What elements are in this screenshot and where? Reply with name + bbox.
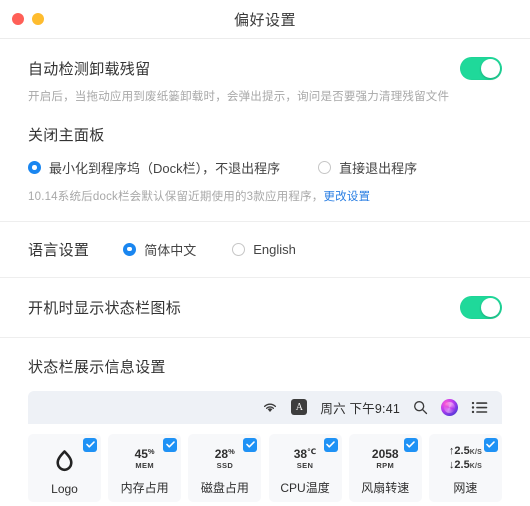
card-checkbox[interactable] xyxy=(163,437,178,452)
card-memory[interactable]: 45% MEM 内存占用 xyxy=(108,433,182,502)
auto-detect-description: 开启后，当拖动应用到废纸篓卸载时，会弹出提示，询问是否要强力清理残留文件 xyxy=(28,91,450,103)
language-row: 语言设置 简体中文 English xyxy=(28,239,502,260)
radio-label: English xyxy=(253,241,296,257)
statusbar-time: 周六 下午9:41 xyxy=(320,401,400,416)
card-label: 内存占用 xyxy=(120,480,169,495)
metric-unit: ℃ xyxy=(307,446,317,456)
card-checkbox[interactable] xyxy=(83,437,97,452)
section-auto-detect: 自动检测卸载残留 开启后，当拖动应用到废纸篓卸载时，会弹出提示，询问是否要强力清… xyxy=(0,39,530,106)
startup-icon-row: 开机时显示状态栏图标 xyxy=(28,295,502,319)
toggle-knob xyxy=(481,59,500,78)
card-label: CPU温度 xyxy=(280,480,330,495)
card-label: 风扇转速 xyxy=(361,480,410,495)
card-label: 磁盘占用 xyxy=(200,480,249,495)
change-settings-link[interactable]: 更改设置 xyxy=(323,191,370,203)
metric-download-unit: K/S xyxy=(469,463,482,470)
metric-unit: % xyxy=(147,446,155,456)
card-label: Logo xyxy=(51,481,78,496)
metric-sub-label: RPM xyxy=(376,460,395,470)
card-checkbox[interactable] xyxy=(483,437,498,452)
section-statusbar-info: 状态栏展示信息设置 xyxy=(0,338,530,377)
radio-label: 最小化到程序坞（Dock栏），不退出程序 xyxy=(49,161,281,177)
radio-english[interactable]: English xyxy=(232,242,296,257)
metric-upload-unit: K/S xyxy=(469,449,482,457)
statusbar-preview: A 周六 下午9:41 xyxy=(28,390,502,424)
metric-download-value: 2.5 xyxy=(454,459,470,471)
close-panel-heading: 关闭主面板 xyxy=(28,127,105,145)
card-fan-speed[interactable]: 2058 RPM 风扇转速 xyxy=(348,433,422,502)
metric-value: 38 xyxy=(293,446,308,461)
window-title: 偏好设置 xyxy=(233,11,296,29)
window-controls xyxy=(12,13,44,25)
radio-label: 简体中文 xyxy=(144,242,197,258)
radio-label: 直接退出程序 xyxy=(339,161,418,177)
card-cpu-temp[interactable]: 38℃ SEN CPU温度 xyxy=(268,433,342,502)
section-language: 语言设置 简体中文 English xyxy=(0,222,530,277)
language-heading: 语言设置 xyxy=(28,241,90,259)
section-startup-icon: 开机时显示状态栏图标 xyxy=(0,278,530,337)
startup-icon-heading: 开机时显示状态栏图标 xyxy=(28,299,182,317)
metric-download-row: ↓2.5K/S xyxy=(449,459,482,473)
radio-indicator xyxy=(28,161,41,175)
close-panel-note-text: 10.14系统后dock栏会默认保留近期使用的3款应用程序， xyxy=(28,191,324,204)
statusbar-info-heading: 状态栏展示信息设置 xyxy=(28,358,166,376)
siri-icon[interactable] xyxy=(441,398,458,416)
input-method-icon[interactable]: A xyxy=(291,399,308,415)
section-close-panel: 关闭主面板 最小化到程序坞（Dock栏），不退出程序 直接退出程序 10.14系… xyxy=(0,106,530,220)
metric-upload-value: 2.5 xyxy=(454,445,470,458)
close-panel-radio-group: 最小化到程序坞（Dock栏），不退出程序 直接退出程序 xyxy=(28,158,502,177)
radio-simplified-chinese[interactable]: 简体中文 xyxy=(123,240,196,259)
control-center-icon[interactable] xyxy=(471,401,488,414)
card-checkbox[interactable] xyxy=(323,437,338,452)
title-bar: 偏好设置 xyxy=(0,0,530,39)
metric-sub-label: MEM xyxy=(135,460,155,470)
search-icon[interactable] xyxy=(413,400,428,415)
radio-indicator xyxy=(123,242,137,256)
metric-value: 2058 xyxy=(371,446,399,461)
card-label: 网速 xyxy=(453,480,478,495)
card-disk[interactable]: 28% SSD 磁盘占用 xyxy=(188,433,262,502)
metric-sub-label: SEN xyxy=(296,460,314,470)
auto-detect-row: 自动检测卸载残留 xyxy=(28,57,502,80)
close-panel-note: 10.14系统后dock栏会默认保留近期使用的3款应用程序，更改设置 xyxy=(28,189,502,220)
metric-value-row: 2058 xyxy=(371,446,399,461)
card-network[interactable]: ↑2.5K/S ↓2.5K/S 网速 xyxy=(428,433,502,502)
minimize-button[interactable] xyxy=(32,13,44,25)
card-logo[interactable]: Logo xyxy=(28,433,101,502)
auto-detect-heading: 自动检测卸载残留 xyxy=(28,61,151,78)
statusbar-item-cards: Logo 45% MEM 内存占用 28% SSD 磁盘占用 38℃ SEN C… xyxy=(28,433,502,502)
radio-minimize-to-dock[interactable]: 最小化到程序坞（Dock栏），不退出程序 xyxy=(28,158,280,177)
metric-unit: % xyxy=(228,446,235,456)
toggle-knob xyxy=(481,297,500,317)
metric-upload-row: ↑2.5K/S xyxy=(449,445,482,459)
auto-detect-toggle[interactable] xyxy=(460,57,502,80)
radio-indicator xyxy=(318,161,332,175)
card-checkbox[interactable] xyxy=(243,437,258,452)
close-button[interactable] xyxy=(12,13,24,25)
metric-value: 45 xyxy=(134,446,148,461)
metric-value-row: 28% xyxy=(214,446,235,461)
wifi-icon[interactable] xyxy=(262,401,278,414)
radio-quit-directly[interactable]: 直接退出程序 xyxy=(318,158,417,177)
radio-indicator xyxy=(232,242,246,256)
metric-value-row: 45% xyxy=(134,446,155,461)
metric-value: 28 xyxy=(214,446,229,461)
preferences-content: 自动检测卸载残留 开启后，当拖动应用到废纸篓卸载时，会弹出提示，询问是否要强力清… xyxy=(0,39,530,502)
metric-sub-label: SSD xyxy=(216,460,234,470)
startup-icon-toggle[interactable] xyxy=(460,295,502,319)
metric-value-row: 38℃ xyxy=(293,446,317,461)
card-checkbox[interactable] xyxy=(403,437,418,452)
